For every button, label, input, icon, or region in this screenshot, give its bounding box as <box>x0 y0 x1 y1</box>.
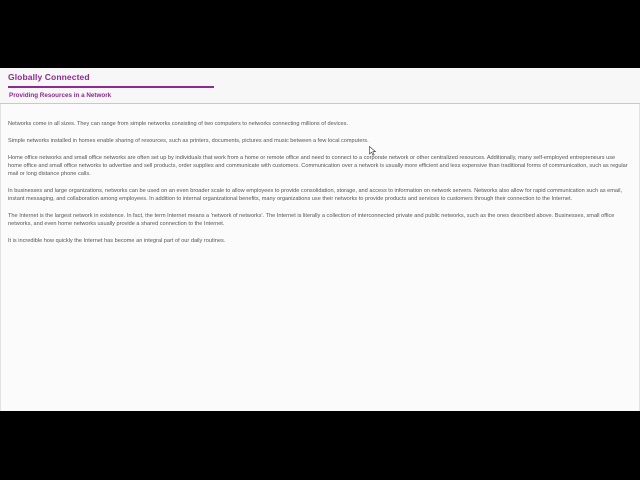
content-body: Networks come in all sizes. They can ran… <box>8 120 628 254</box>
mouse-pointer-icon <box>369 146 377 156</box>
title-underline <box>8 86 214 88</box>
paragraph-2: Simple networks installed in homes enabl… <box>8 137 369 144</box>
page-subtitle: Providing Resources in a Network <box>9 92 112 99</box>
page-header: Globally Connected Providing Resources i… <box>0 68 640 104</box>
paragraph-6: It is incredible how quickly the Interne… <box>8 238 226 245</box>
page-title: Globally Connected <box>8 72 90 82</box>
paragraph-5: The Internet is the largest network in e… <box>8 213 615 228</box>
paragraph-1: Networks come in all sizes. They can ran… <box>8 121 349 127</box>
paragraph-3: Home office networks and small office ne… <box>8 154 628 178</box>
paragraph-4: In businesses and large organizations, n… <box>8 187 623 203</box>
left-border <box>0 104 1 411</box>
course-page: Globally Connected Providing Resources i… <box>0 68 640 411</box>
header-divider <box>0 103 640 104</box>
